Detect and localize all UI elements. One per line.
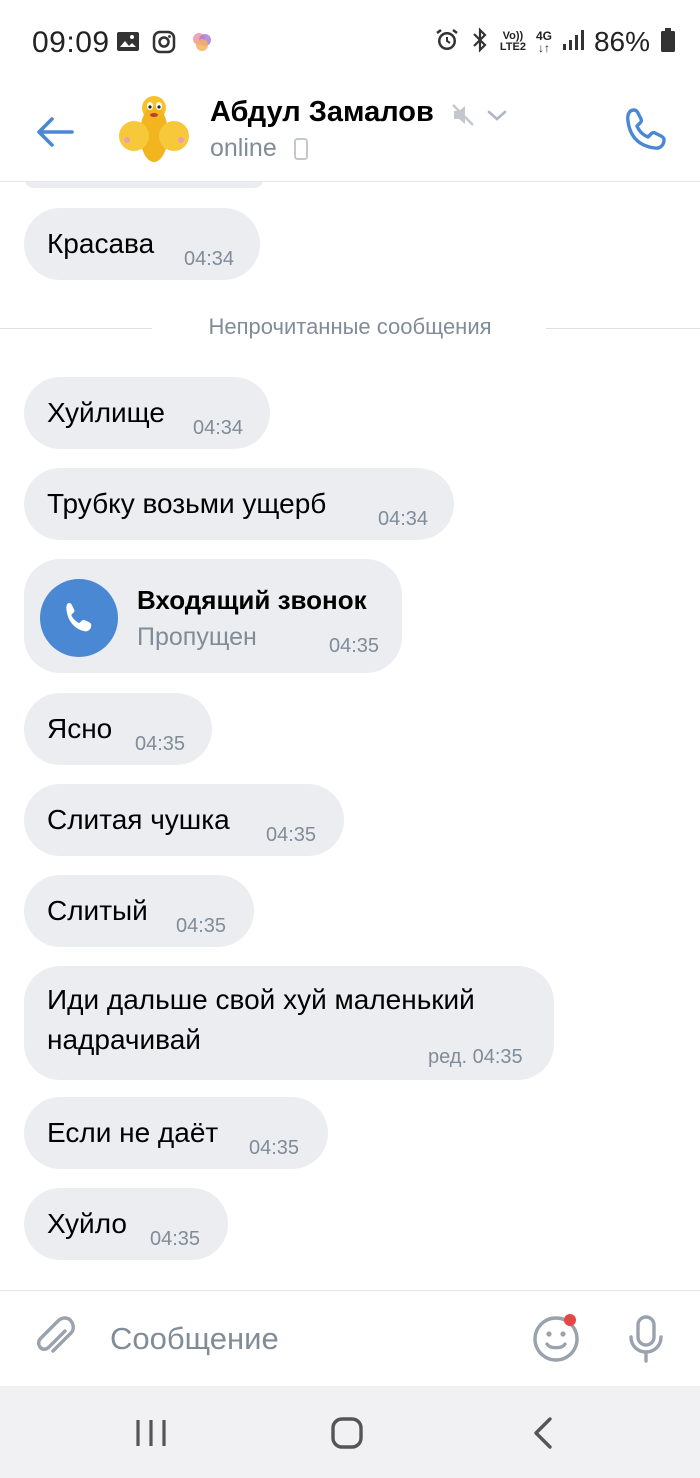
- message-text: Трубку возьми ущерб: [47, 488, 327, 519]
- message-time: 04:35: [249, 1137, 300, 1159]
- message-text: Слитый: [47, 895, 148, 926]
- message-time-edited: ред. 04:35: [428, 1046, 523, 1068]
- mobile-device-icon: [294, 138, 308, 165]
- composer-bar: [0, 1290, 700, 1386]
- system-nav-bar: [0, 1386, 700, 1478]
- status-right: Vo)) LTE2 4G ↓↑ 86%: [434, 26, 676, 58]
- call-button[interactable]: [620, 104, 672, 156]
- back-button[interactable]: [32, 108, 80, 156]
- message-text: Красава: [47, 228, 155, 259]
- recent-apps-icon[interactable]: [134, 1418, 168, 1453]
- message-input[interactable]: [110, 1311, 510, 1367]
- status-time: 09:09: [32, 26, 110, 59]
- network-4g-indicator: 4G ↓↑: [535, 29, 552, 55]
- avatar[interactable]: [116, 90, 196, 170]
- message-time: 04:34: [378, 508, 429, 530]
- volte-indicator: Vo)) LTE2: [499, 30, 526, 53]
- home-icon[interactable]: [330, 1416, 364, 1455]
- message-time: 04:34: [184, 248, 235, 270]
- message-time: 04:35: [329, 635, 380, 657]
- message-text-line-1: Иди дальше свой хуй маленький: [47, 984, 475, 1015]
- message-list[interactable]: Красава 04:34 Непрочитанные сообщения Ху…: [0, 182, 700, 1290]
- message-bubble[interactable]: Трубку возьми ущерб 04:34: [24, 468, 454, 540]
- bluetooth-icon: [470, 26, 490, 58]
- message-time: 04:34: [193, 417, 244, 439]
- gallery-icon: [116, 30, 140, 59]
- phone-icon: [66, 603, 92, 632]
- message-text: Если не даёт: [47, 1117, 219, 1148]
- battery-percent: 86%: [593, 26, 650, 57]
- call-title: Входящий звонок: [137, 585, 367, 615]
- message-time: 04:35: [150, 1228, 201, 1250]
- message-bubble[interactable]: Слитая чушка 04:35: [24, 784, 344, 856]
- unread-divider: Непрочитанные сообщения: [0, 314, 700, 339]
- battery-icon: [660, 27, 676, 58]
- chat-header: Абдул Замалов online: [0, 86, 700, 182]
- app-icon: [190, 30, 214, 59]
- message-bubble[interactable]: Если не даёт 04:35: [24, 1097, 328, 1169]
- chevron-down-icon[interactable]: [486, 104, 508, 131]
- alarm-icon: [434, 27, 460, 58]
- call-status: Пропущен: [137, 623, 257, 651]
- message-text: Хуйлище: [47, 397, 165, 428]
- message-bubble-partial[interactable]: [24, 182, 264, 188]
- unread-divider-label: Непрочитанные сообщения: [208, 314, 492, 339]
- message-bubble[interactable]: Хуйло 04:35: [24, 1188, 228, 1260]
- message-text-line-2: надрачивай: [47, 1024, 201, 1055]
- message-bubble[interactable]: Хуйлище 04:34: [24, 377, 270, 449]
- status-bar: 09:09 Vo)) LTE2 4G ↓↑ 86%: [0, 0, 700, 86]
- notification-dot: [564, 1314, 576, 1326]
- paperclip-icon[interactable]: [32, 1313, 78, 1370]
- instagram-icon: [152, 30, 176, 59]
- phone-icon: [626, 108, 666, 150]
- muted-icon: [450, 102, 476, 133]
- message-time: 04:35: [135, 733, 186, 755]
- contact-name[interactable]: Абдул Замалов: [210, 96, 434, 129]
- message-text: Ясно: [47, 713, 113, 744]
- message-bubble[interactable]: Красава 04:34: [24, 208, 260, 280]
- message-text: Хуйло: [47, 1208, 127, 1239]
- back-nav-icon[interactable]: [530, 1416, 558, 1455]
- call-circle: [40, 579, 118, 657]
- message-bubble[interactable]: Слитый 04:35: [24, 875, 254, 947]
- message-text: Слитая чушка: [47, 804, 230, 835]
- call-message-bubble[interactable]: Входящий звонок Пропущен 04:35: [24, 559, 402, 673]
- message-bubble[interactable]: Иди дальше свой хуй маленький надрачивай…: [24, 966, 554, 1080]
- avatar-cartoon-image: [119, 96, 189, 162]
- message-time: 04:35: [176, 915, 227, 937]
- message-time: 04:35: [266, 824, 317, 846]
- microphone-icon[interactable]: [624, 1313, 668, 1370]
- arrow-left-icon: [37, 117, 74, 147]
- message-bubble[interactable]: Ясно 04:35: [24, 693, 212, 765]
- signal-icon: [562, 29, 584, 56]
- contact-status: online: [210, 134, 277, 162]
